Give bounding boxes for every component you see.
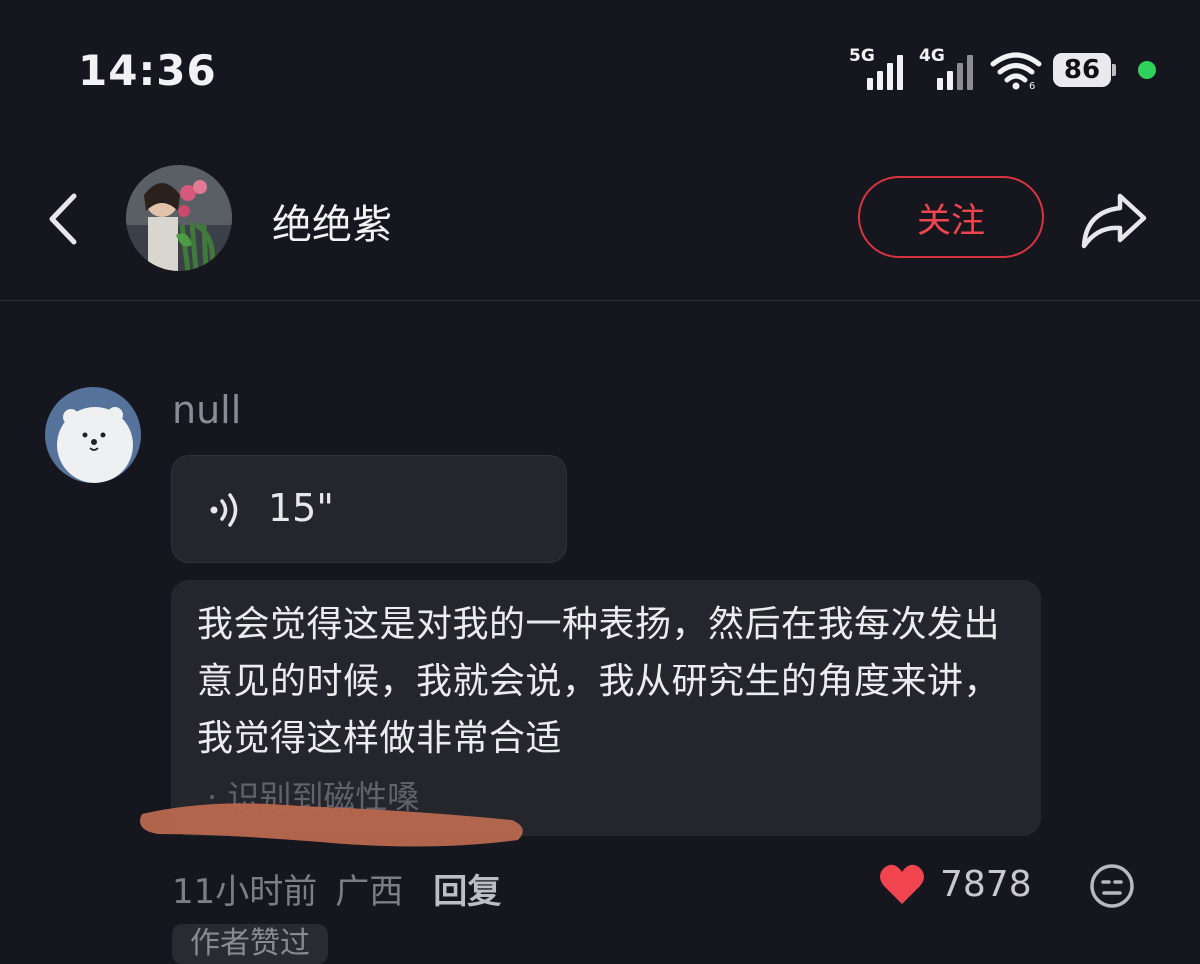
reply-button[interactable]: 回复 — [433, 864, 501, 913]
share-icon[interactable] — [1076, 188, 1150, 252]
status-icons: 5G 4G 6 86 — [849, 46, 1156, 90]
transcript-text: 我会觉得这是对我的一种表扬，然后在我每次发出意见的时候，我就会说，我从研究生的角… — [197, 604, 1001, 759]
author-liked-badge: 作者赞过 — [172, 924, 328, 964]
voice-transcript-box: 我会觉得这是对我的一种表扬，然后在我每次发出意见的时候，我就会说，我从研究生的角… — [171, 580, 1041, 836]
comment-location: 广西 — [335, 872, 404, 912]
voice-wave-icon — [210, 493, 238, 527]
author-avatar[interactable] — [126, 165, 232, 271]
voice-duration: 15" — [268, 486, 334, 530]
author-name[interactable]: 绝绝紫 — [272, 192, 392, 250]
status-bar: 14:36 5G 4G 6 86 — [0, 0, 1200, 140]
like-count: 7878 — [940, 863, 1032, 905]
battery-indicator: 86 — [1053, 53, 1116, 87]
status-dot — [1138, 61, 1156, 79]
chevron-left-icon[interactable] — [38, 186, 88, 252]
signal-5g-icon: 5G — [849, 46, 903, 90]
commenter-avatar[interactable] — [45, 387, 141, 483]
wifi-icon: 6 — [990, 52, 1042, 90]
signal-4g-icon: 4G — [919, 46, 973, 90]
comment-time: 11小时前 — [172, 872, 318, 912]
voice-message-bubble[interactable]: 15" — [171, 455, 567, 563]
neutral-face-icon[interactable] — [1088, 862, 1136, 910]
svg-text:6: 6 — [1029, 81, 1035, 90]
profile-header: 绝绝紫 关注 — [0, 150, 1200, 301]
status-time: 14:36 — [78, 46, 217, 95]
voice-tag: · 识别到磁性嗓 — [207, 778, 420, 816]
like-button[interactable]: 7878 — [878, 862, 1032, 906]
heart-icon — [880, 864, 924, 904]
follow-button[interactable]: 关注 — [858, 176, 1044, 258]
commenter-username[interactable]: null — [172, 388, 241, 432]
comment-meta: 11小时前 广西 回复 — [172, 864, 501, 913]
